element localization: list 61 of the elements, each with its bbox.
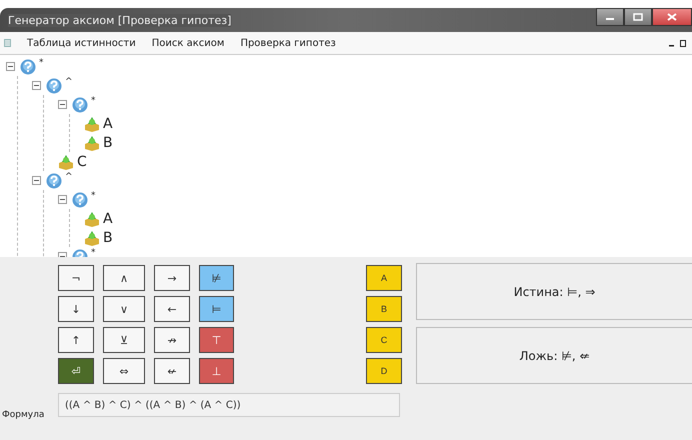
node-label[interactable]: *	[91, 248, 96, 257]
node-label[interactable]: *	[91, 96, 96, 106]
formula-label: Формула	[2, 410, 46, 420]
app-icon	[4, 38, 11, 48]
leaf-icon	[84, 116, 100, 132]
leaf-icon	[84, 210, 100, 226]
formula-field[interactable]: ((A ^ B) ^ C) ^ ((A ^ B) ^ (A ^ C))	[58, 393, 400, 417]
minimize-button[interactable]	[596, 8, 624, 26]
menu-item[interactable]: Таблица истинности	[27, 38, 136, 48]
variable-key[interactable]: B	[366, 296, 402, 322]
question-icon	[72, 192, 88, 208]
result-panel: Истина: ⊨, ⇒	[416, 263, 692, 320]
menu-item[interactable]: Поиск аксиом	[152, 38, 224, 48]
node-label[interactable]: A	[103, 116, 113, 132]
maximize-icon	[633, 13, 643, 21]
node-label[interactable]: *	[91, 191, 96, 201]
symbol-key[interactable]: ⊻	[103, 327, 145, 353]
symbol-key[interactable]: ¬	[58, 265, 94, 291]
expander[interactable]	[58, 195, 67, 204]
expander[interactable]	[6, 62, 15, 71]
leaf-icon	[84, 134, 100, 150]
symbol-key[interactable]: ⊤	[199, 327, 234, 353]
question-icon	[46, 172, 62, 188]
node-label[interactable]: ^	[65, 77, 73, 87]
node-label[interactable]: B	[103, 230, 113, 246]
symbol-key[interactable]: ∧	[103, 265, 145, 291]
symbol-key[interactable]: ↛	[154, 327, 190, 353]
question-icon	[72, 96, 88, 112]
symbol-key[interactable]: ∨	[103, 296, 145, 322]
leaf-icon	[84, 230, 100, 246]
node-label[interactable]: *	[39, 58, 44, 68]
node-label[interactable]: B	[103, 134, 113, 150]
leaf-icon	[58, 154, 74, 170]
symbol-key[interactable]: ⊨	[199, 296, 234, 322]
menu-item[interactable]: Проверка гипотез	[240, 38, 336, 48]
node-label[interactable]: A	[103, 210, 113, 226]
symbol-key[interactable]: ⏎	[58, 358, 94, 384]
symbol-key[interactable]: ⇔	[103, 358, 145, 384]
maximize-button[interactable]	[624, 8, 652, 26]
symbol-key[interactable]: →	[154, 265, 190, 291]
variable-key[interactable]: D	[366, 358, 402, 384]
symbol-key[interactable]: ←	[154, 296, 190, 322]
question-icon	[20, 58, 36, 74]
expander[interactable]	[32, 176, 41, 185]
window-title: Генератор аксиом [Проверка гипотез]	[8, 14, 232, 26]
close-icon	[667, 13, 677, 21]
symbol-key[interactable]: ↑	[58, 327, 94, 353]
expander[interactable]	[58, 100, 67, 109]
variable-key[interactable]: C	[366, 327, 402, 353]
result-panel: Ложь: ⊭, ⇍	[416, 327, 692, 384]
question-icon	[46, 78, 62, 94]
restore-icon	[680, 40, 686, 46]
symbol-key[interactable]: ↚	[154, 358, 190, 384]
variable-key[interactable]: A	[366, 265, 402, 291]
symbol-key[interactable]: ⊥	[199, 358, 234, 384]
symbol-key[interactable]: ⊭	[199, 265, 234, 291]
expander[interactable]	[32, 81, 41, 90]
close-button[interactable]	[652, 8, 692, 26]
node-label[interactable]: ^	[65, 172, 73, 182]
symbol-key[interactable]: ↓	[58, 296, 94, 322]
node-label[interactable]: C	[77, 154, 87, 170]
